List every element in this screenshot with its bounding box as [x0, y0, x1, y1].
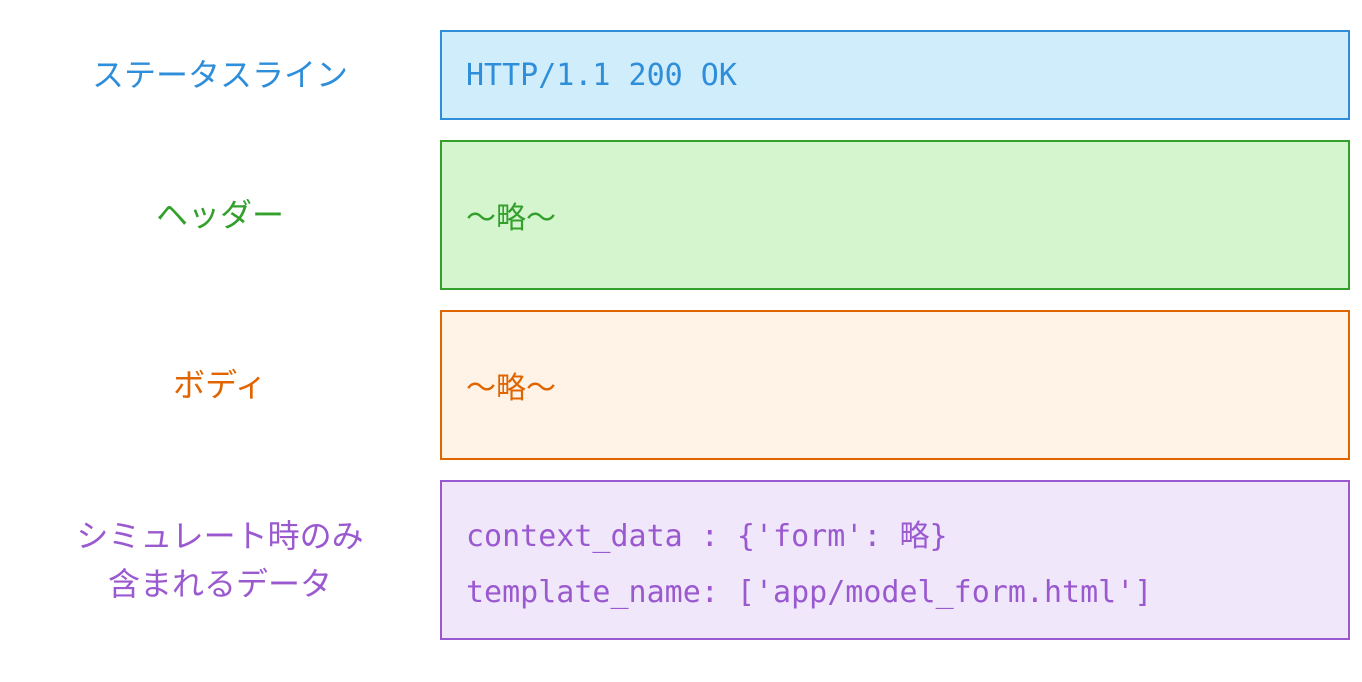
simulation-data-box: context_data : {'form': 略} template_name… — [440, 480, 1350, 640]
simulation-data-label-line2: 含まれるデータ — [108, 560, 332, 608]
header-label: ヘッダー — [30, 140, 410, 290]
header-box: 〜略〜 — [440, 140, 1350, 290]
body-label-text: ボディ — [173, 361, 267, 409]
status-line-content: HTTP/1.1 200 OK — [466, 58, 1324, 93]
body-box: 〜略〜 — [440, 310, 1350, 460]
status-line-label: ステータスライン — [30, 30, 410, 120]
simulation-data-label: シミュレート時のみ 含まれるデータ — [30, 480, 410, 640]
header-content: 〜略〜 — [466, 193, 1324, 237]
status-line-label-text: ステータスライン — [92, 51, 348, 99]
http-response-diagram: ステータスライン HTTP/1.1 200 OK ヘッダー 〜略〜 ボディ 〜略… — [30, 30, 1332, 640]
simulation-data-line1: context_data : {'form': 略} — [466, 511, 1324, 555]
simulation-data-line2: template_name: ['app/model_form.html'] — [466, 575, 1324, 610]
body-label: ボディ — [30, 310, 410, 460]
header-label-text: ヘッダー — [156, 191, 284, 239]
body-content: 〜略〜 — [466, 363, 1324, 407]
status-line-box: HTTP/1.1 200 OK — [440, 30, 1350, 120]
simulation-data-label-line1: シミュレート時のみ — [76, 512, 363, 560]
